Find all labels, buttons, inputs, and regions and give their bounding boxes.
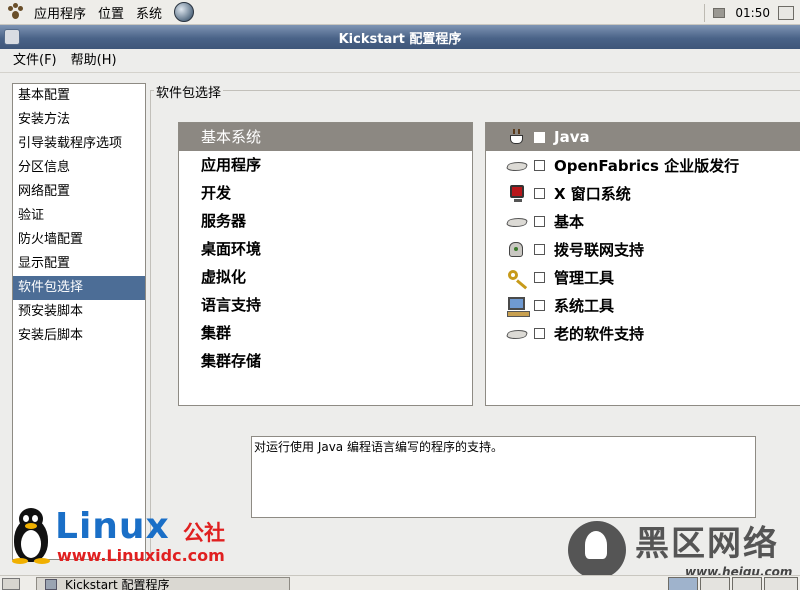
- coffee-cup-icon: [506, 128, 528, 146]
- category-item[interactable]: 虚拟化: [179, 263, 472, 291]
- workspace-1[interactable]: [668, 577, 698, 590]
- window-title: Kickstart 配置程序: [338, 31, 462, 47]
- nav-item-display[interactable]: 显示配置: [13, 252, 145, 276]
- show-desktop-icon[interactable]: [2, 578, 20, 590]
- category-item[interactable]: 集群存储: [179, 347, 472, 375]
- bottom-taskbar: Kickstart 配置程序: [0, 575, 800, 590]
- nav-item-auth[interactable]: 验证: [13, 204, 145, 228]
- disk-icon: [505, 212, 529, 230]
- group-label: 管理工具: [554, 268, 615, 287]
- category-item[interactable]: 基本系统: [179, 123, 472, 151]
- group-label: 老的软件支持: [554, 324, 645, 343]
- taskbar-window-label: Kickstart 配置程序: [65, 578, 170, 590]
- group-description: 对运行使用 Java 编程语言编写的程序的支持。: [251, 436, 756, 518]
- heiqu-logo-icon: [568, 521, 626, 579]
- nav-item-partition[interactable]: 分区信息: [13, 156, 145, 180]
- linuxidc-watermark: Linux 公社 www.Linuxidc.com: [5, 505, 240, 567]
- category-item[interactable]: 应用程序: [179, 151, 472, 179]
- nav-item-post-script[interactable]: 安装后脚本: [13, 324, 145, 348]
- group-label: Java: [554, 128, 590, 146]
- group-label: 拨号联网支持: [554, 240, 645, 259]
- computer-icon: [506, 296, 530, 317]
- disk-icon: [505, 324, 529, 342]
- group-checkbox[interactable]: [534, 159, 545, 171]
- keys-icon: [506, 268, 528, 286]
- category-list[interactable]: 基本系统 应用程序 开发 服务器 桌面环境 虚拟化 语言支持 集群 集群存储: [178, 122, 473, 406]
- section-list[interactable]: 基本配置 安装方法 引导装载程序选项 分区信息 网络配置 验证 防火墙配置 显示…: [12, 83, 146, 560]
- group-label: 系统工具: [554, 296, 615, 315]
- nav-item-pre-script[interactable]: 预安装脚本: [13, 300, 145, 324]
- browser-globe-icon[interactable]: [174, 2, 195, 22]
- window-titlebar[interactable]: Kickstart 配置程序: [0, 25, 800, 49]
- menu-file[interactable]: 文件(F): [6, 50, 64, 72]
- panel-menu-places[interactable]: 位置: [92, 0, 130, 25]
- group-item-base[interactable]: 基本: [486, 207, 800, 235]
- tux-penguin-icon: [10, 508, 52, 564]
- panel-menu-system[interactable]: 系统: [130, 0, 168, 25]
- category-item[interactable]: 服务器: [179, 207, 472, 235]
- app-icon: [45, 579, 57, 590]
- window-menu-icon[interactable]: [4, 29, 20, 45]
- monitor-icon: [506, 184, 528, 202]
- screen-icon[interactable]: [778, 5, 794, 20]
- heiqu-watermark: 黑区网络 www.heiqu.com: [565, 521, 800, 581]
- group-checkbox[interactable]: [534, 187, 545, 199]
- nav-item-network[interactable]: 网络配置: [13, 180, 145, 204]
- group-label: 基本: [554, 212, 585, 231]
- category-item[interactable]: 开发: [179, 179, 472, 207]
- category-item[interactable]: 语言支持: [179, 291, 472, 319]
- group-list[interactable]: Java OpenFabrics 企业版发行 X 窗口系统 基本 拨号联网支持 …: [485, 122, 800, 406]
- group-item-dialup[interactable]: 拨号联网支持: [486, 235, 800, 263]
- workspace-3[interactable]: [732, 577, 762, 590]
- watermark-linux-url: www.Linuxidc.com: [57, 546, 225, 565]
- group-label: X 窗口系统: [554, 184, 631, 203]
- group-item-system-tools[interactable]: 系统工具: [486, 291, 800, 319]
- group-item-java[interactable]: Java: [486, 123, 800, 151]
- group-item-legacy[interactable]: 老的软件支持: [486, 319, 800, 347]
- category-item[interactable]: 桌面环境: [179, 235, 472, 263]
- top-panel: 应用程序 位置 系统 01:50: [0, 0, 800, 25]
- group-checkbox[interactable]: [534, 271, 545, 283]
- phone-icon: [506, 240, 528, 258]
- disk-icon: [505, 156, 529, 174]
- workspace-2[interactable]: [700, 577, 730, 590]
- menu-help[interactable]: 帮助(H): [64, 50, 124, 72]
- group-label: OpenFabrics 企业版发行: [554, 156, 740, 175]
- nav-item-install-method[interactable]: 安装方法: [13, 108, 145, 132]
- nav-item-firewall[interactable]: 防火墙配置: [13, 228, 145, 252]
- menubar: 文件(F) 帮助(H): [0, 49, 800, 73]
- watermark-heiqu-cn: 黑区网络: [635, 524, 779, 564]
- panel-menu-applications[interactable]: 应用程序: [28, 0, 92, 25]
- group-checkbox[interactable]: [534, 243, 545, 255]
- category-item[interactable]: 集群: [179, 319, 472, 347]
- package-frame-label: 软件包选择: [154, 82, 224, 101]
- tray-separator: [704, 3, 706, 22]
- group-checkbox[interactable]: [534, 215, 545, 227]
- group-checkbox[interactable]: [534, 299, 545, 311]
- nav-item-bootloader[interactable]: 引导装载程序选项: [13, 132, 145, 156]
- clock[interactable]: 01:50: [735, 6, 770, 20]
- watermark-linux-text: Linux: [55, 506, 170, 547]
- watermark-linux-cn: 公社: [183, 521, 225, 545]
- nav-item-packages[interactable]: 软件包选择: [13, 276, 145, 300]
- tray-notification-icon[interactable]: [713, 7, 726, 18]
- group-checkbox[interactable]: [534, 131, 545, 143]
- group-item-openfabrics[interactable]: OpenFabrics 企业版发行: [486, 151, 800, 179]
- group-item-x-window[interactable]: X 窗口系统: [486, 179, 800, 207]
- nav-item-basic-config[interactable]: 基本配置: [13, 84, 145, 108]
- taskbar-window-button[interactable]: Kickstart 配置程序: [36, 577, 290, 590]
- gnome-foot-icon[interactable]: [6, 3, 24, 21]
- workspace-4[interactable]: [764, 577, 798, 590]
- group-checkbox[interactable]: [534, 327, 545, 339]
- group-item-admin-tools[interactable]: 管理工具: [486, 263, 800, 291]
